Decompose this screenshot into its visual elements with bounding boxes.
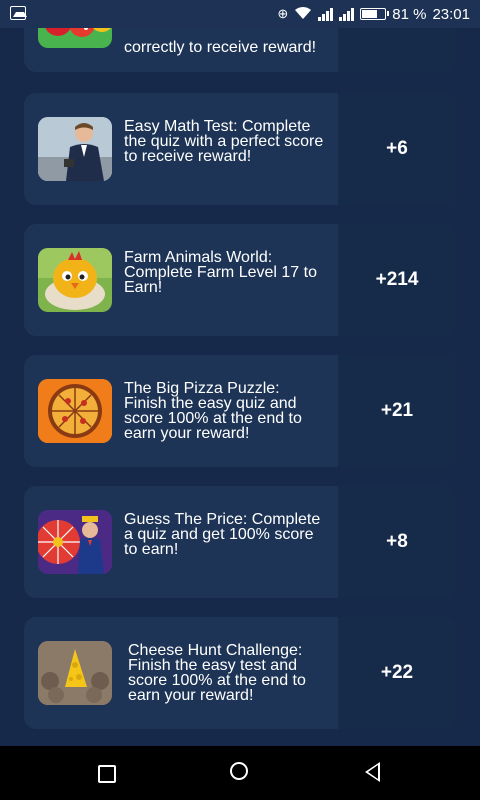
offer-card-fruit-quiz[interactable]: correctly to receive reward! bbox=[24, 28, 456, 72]
reward-amount: +214 bbox=[375, 269, 419, 290]
farm-animals-world-thumbnail bbox=[38, 248, 112, 312]
fruit-quiz-thumbnail bbox=[38, 28, 112, 48]
wifi-icon bbox=[294, 6, 312, 23]
offer-description: Easy Math Test: Complete the quiz with a… bbox=[124, 118, 324, 165]
offer-card-easy-math-test[interactable]: Easy Math Test: Complete the quiz with a… bbox=[24, 93, 456, 205]
offer-reward[interactable]: +214 bbox=[338, 224, 456, 336]
offer-card-big-pizza-puzzle[interactable]: The Big Pizza Puzzle: Finish the easy qu… bbox=[24, 355, 456, 467]
offer-reward[interactable]: +22 bbox=[338, 617, 456, 729]
reward-amount: +6 bbox=[386, 138, 408, 159]
offer-description: Guess The Price: Complete a quiz and get… bbox=[124, 511, 321, 558]
offer-list[interactable]: correctly to receive reward! Easy Math T… bbox=[0, 28, 480, 746]
offer-reward[interactable] bbox=[338, 28, 456, 72]
offer-description: Farm Animals World: Complete Farm Level … bbox=[124, 249, 317, 296]
easy-math-test-thumbnail bbox=[38, 117, 112, 181]
offer-description: correctly to receive reward! bbox=[124, 39, 317, 56]
recent-apps-icon bbox=[98, 765, 116, 783]
offer-reward[interactable]: +8 bbox=[338, 486, 456, 598]
home-icon bbox=[230, 762, 248, 780]
guess-the-price-thumbnail bbox=[38, 510, 112, 574]
reward-amount: +22 bbox=[380, 662, 414, 683]
offer-card-cheese-hunt-challenge[interactable]: Cheese Hunt Challenge: Finish the easy t… bbox=[24, 617, 456, 729]
signal-icon bbox=[318, 7, 334, 21]
offer-card-farm-animals-world[interactable]: Farm Animals World: Complete Farm Level … bbox=[24, 224, 456, 336]
home-button[interactable] bbox=[210, 746, 270, 800]
navigation-bar bbox=[0, 746, 480, 800]
offer-description: Cheese Hunt Challenge: Finish the easy t… bbox=[128, 642, 306, 704]
reward-amount: +8 bbox=[386, 531, 408, 552]
data-saver-icon: ⊕ bbox=[277, 6, 289, 21]
status-bar: ⊕ 81 % 23:01 bbox=[0, 0, 480, 28]
image-icon bbox=[10, 6, 27, 20]
cheese-hunt-challenge-thumbnail bbox=[38, 641, 112, 705]
battery-icon bbox=[360, 8, 390, 20]
offer-reward[interactable]: +6 bbox=[338, 93, 456, 205]
offer-card-guess-the-price[interactable]: Guess The Price: Complete a quiz and get… bbox=[24, 486, 456, 598]
battery-percent: 81 % bbox=[392, 5, 427, 23]
big-pizza-puzzle-thumbnail bbox=[38, 379, 112, 443]
signal-icon bbox=[339, 7, 355, 21]
status-time: 23:01 bbox=[432, 5, 470, 23]
back-button[interactable] bbox=[343, 746, 403, 800]
recent-apps-button[interactable] bbox=[76, 746, 136, 800]
offer-description: The Big Pizza Puzzle: Finish the easy qu… bbox=[124, 380, 302, 442]
back-icon bbox=[365, 762, 380, 782]
offer-reward[interactable]: +21 bbox=[338, 355, 456, 467]
reward-amount: +21 bbox=[380, 400, 414, 421]
